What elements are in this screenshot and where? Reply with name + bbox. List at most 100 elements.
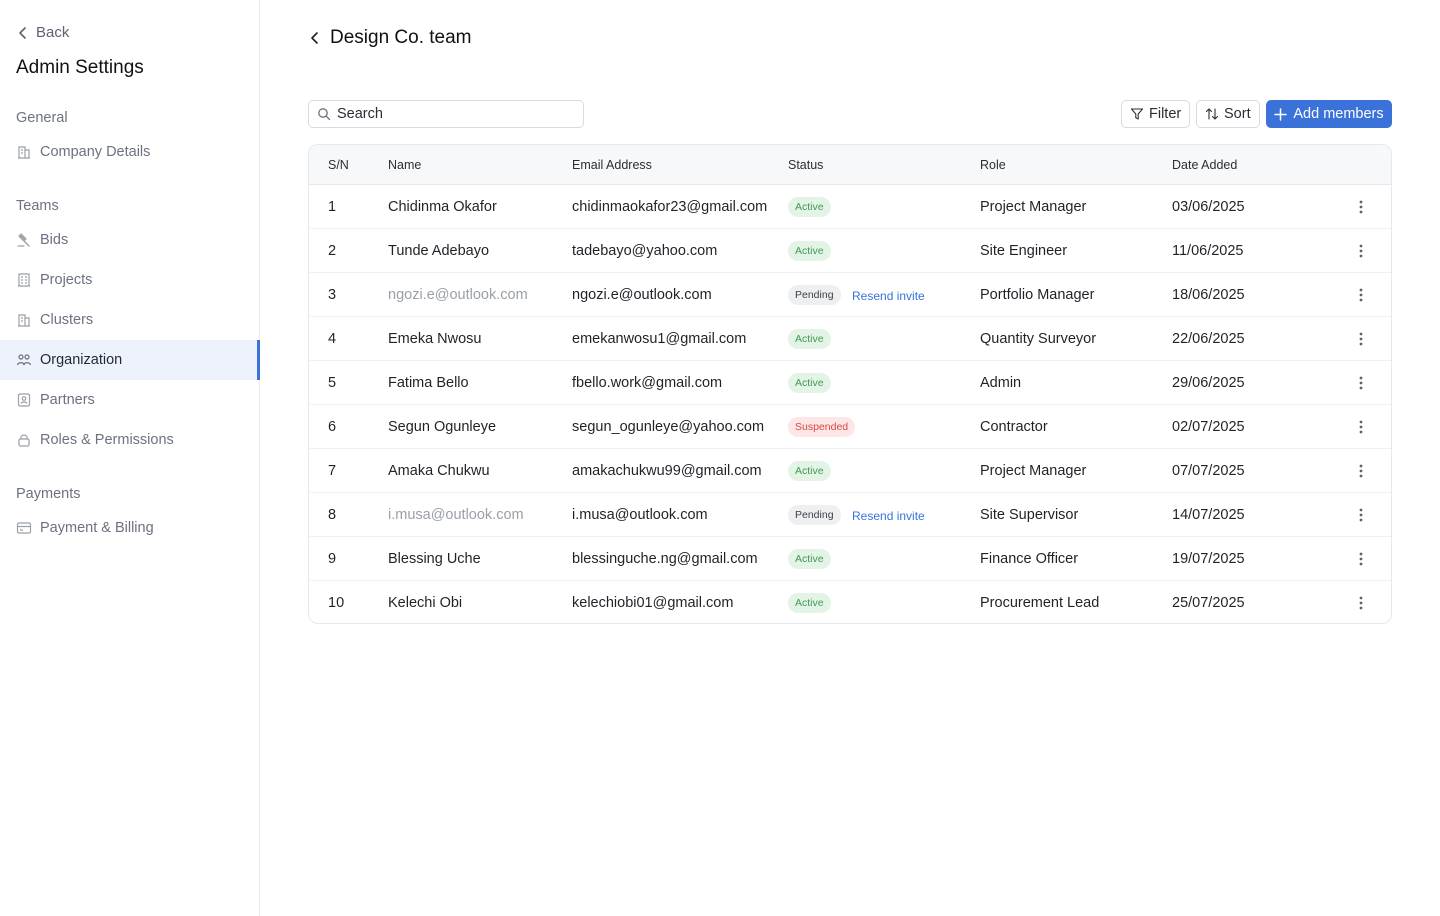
row-actions-button[interactable] xyxy=(1351,593,1371,613)
cell-role: Procurement Lead xyxy=(980,595,1100,611)
search-input[interactable] xyxy=(337,106,557,122)
sidebar-item-roles-permissions[interactable]: Roles & Permissions xyxy=(0,420,260,460)
cell-date-added: 19/07/2025 xyxy=(1172,551,1245,567)
table-row[interactable]: 5 Fatima Bello fbello.work@gmail.com Active… xyxy=(309,361,1391,405)
table-row[interactable]: 2 Tunde Adebayo tadebayo@yahoo.com Active Si… xyxy=(309,229,1391,273)
chevron-left-icon[interactable] xyxy=(308,31,322,45)
users-icon xyxy=(16,354,32,366)
row-actions-button[interactable] xyxy=(1351,549,1371,569)
sidebar-item-partners[interactable]: Partners xyxy=(0,380,260,420)
table-row[interactable]: 9 Blessing Uche blessinguche.ng@gmail.com A… xyxy=(309,537,1391,581)
row-actions-button[interactable] xyxy=(1351,417,1371,437)
cell-email: kelechiobi01@gmail.com xyxy=(572,595,734,611)
building-icon xyxy=(18,146,30,159)
cell-email: ngozi.e@outlook.com xyxy=(572,287,712,303)
row-actions-button[interactable] xyxy=(1351,285,1371,305)
plus-icon xyxy=(1274,107,1288,121)
more-vertical-icon xyxy=(1359,376,1363,390)
more-vertical-icon xyxy=(1359,464,1363,478)
table-row[interactable]: 10 Kelechi Obi kelechiobi01@gmail.com Activ… xyxy=(309,581,1391,623)
more-vertical-icon xyxy=(1359,552,1363,566)
cell-name: Chidinma Okafor xyxy=(388,199,497,215)
card-icon xyxy=(16,522,32,534)
page-title: Design Co. team xyxy=(330,27,472,48)
resend-invite-link[interactable]: Resend invite xyxy=(852,509,925,523)
cell-role: Quantity Surveyor xyxy=(980,331,1097,347)
back-link[interactable]: Back xyxy=(16,24,69,41)
sidebar-item-label: Partners xyxy=(40,392,95,408)
cell-name: Fatima Bello xyxy=(388,375,469,391)
cell-email: chidinmaokafor23@gmail.com xyxy=(572,199,768,215)
cell-name: i.musa@outlook.com xyxy=(388,507,524,523)
cell-role: Project Manager xyxy=(980,463,1087,479)
column-header-email: Email Address xyxy=(572,158,652,172)
filter-button[interactable]: Filter xyxy=(1121,100,1191,128)
status-badge: Suspended xyxy=(788,417,856,437)
column-header-name: Name xyxy=(388,158,422,172)
row-actions-button[interactable] xyxy=(1351,241,1371,261)
chevron-left-icon xyxy=(19,26,26,39)
resend-invite-link[interactable]: Resend invite xyxy=(852,289,925,303)
row-actions-button[interactable] xyxy=(1351,461,1371,481)
column-header-status: Status xyxy=(788,158,824,172)
filter-icon xyxy=(1130,108,1144,120)
table-row[interactable]: 3 ngozi.e@outlook.com ngozi.e@outlook.com P… xyxy=(309,273,1391,317)
search-box[interactable] xyxy=(308,100,584,128)
sidebar-item-label: Payment & Billing xyxy=(40,520,154,536)
cell-email: fbello.work@gmail.com xyxy=(572,375,723,391)
sort-label: Sort xyxy=(1224,106,1251,122)
cell-sn: 3 xyxy=(328,287,337,303)
sidebar-item-bids[interactable]: Bids xyxy=(0,220,260,260)
sidebar-item-clusters[interactable]: Clusters xyxy=(0,300,260,340)
cell-email: i.musa@outlook.com xyxy=(572,507,708,523)
cell-date-added: 22/06/2025 xyxy=(1172,331,1245,347)
sidebar: Back Admin Settings General Company Deta… xyxy=(0,0,260,916)
cell-role: Finance Officer xyxy=(980,551,1079,567)
sidebar-item-company-details[interactable]: Company Details xyxy=(0,132,260,172)
row-actions-button[interactable] xyxy=(1351,329,1371,349)
cell-date-added: 14/07/2025 xyxy=(1172,507,1245,523)
row-actions-button[interactable] xyxy=(1351,505,1371,525)
members-table: S/N Name Email Address Status Role Date … xyxy=(308,144,1392,624)
table-row[interactable]: 8 i.musa@outlook.com i.musa@outlook.com Pen… xyxy=(309,493,1391,537)
more-vertical-icon xyxy=(1359,420,1363,434)
cell-email: tadebayo@yahoo.com xyxy=(572,243,718,259)
cell-role: Site Engineer xyxy=(980,243,1068,259)
table-row[interactable]: 7 Amaka Chukwu amakachukwu99@gmail.com Acti… xyxy=(309,449,1391,493)
cell-sn: 6 xyxy=(328,419,337,435)
cell-role: Contractor xyxy=(980,419,1048,435)
cell-role: Project Manager xyxy=(980,199,1087,215)
more-vertical-icon xyxy=(1359,596,1363,610)
more-vertical-icon xyxy=(1359,244,1363,258)
cell-name: Emeka Nwosu xyxy=(388,331,482,347)
cell-sn: 1 xyxy=(328,199,337,215)
table-row[interactable]: 6 Segun Ogunleye segun_ogunleye@yahoo.com S… xyxy=(309,405,1391,449)
add-members-button[interactable]: Add members xyxy=(1266,100,1392,128)
cell-sn: 9 xyxy=(328,551,337,567)
cell-name: Blessing Uche xyxy=(388,551,481,567)
sidebar-item-projects[interactable]: Projects xyxy=(0,260,260,300)
sidebar-item-label: Clusters xyxy=(40,312,94,328)
row-actions-button[interactable] xyxy=(1351,373,1371,393)
table-row[interactable]: 4 Emeka Nwosu emekanwosu1@gmail.com Active Q… xyxy=(309,317,1391,361)
nav-section-teams: Teams xyxy=(16,198,59,214)
page-header: Design Co. team xyxy=(308,27,472,49)
table-row[interactable]: 1 Chidinma Okafor chidinmaokafor23@gmail.c… xyxy=(309,185,1391,229)
status-badge: Active xyxy=(788,549,831,569)
status-badge: Active xyxy=(788,329,831,349)
sidebar-item-payment-billing[interactable]: Payment & Billing xyxy=(0,508,260,548)
more-vertical-icon xyxy=(1359,200,1363,214)
sidebar-item-label: Company Details xyxy=(40,144,151,160)
sidebar-item-organization[interactable]: Organization xyxy=(0,340,260,380)
cell-date-added: 25/07/2025 xyxy=(1172,595,1245,611)
row-actions-button[interactable] xyxy=(1351,197,1371,217)
sort-icon xyxy=(1205,108,1219,120)
sidebar-item-label: Organization xyxy=(40,352,123,368)
cell-role: Admin xyxy=(980,375,1022,391)
sort-button[interactable]: Sort xyxy=(1196,100,1260,128)
table-header: S/N Name Email Address Status Role Date … xyxy=(309,145,1391,185)
status-badge: Active xyxy=(788,197,831,217)
cell-sn: 5 xyxy=(328,375,337,391)
more-vertical-icon xyxy=(1359,508,1363,522)
cell-email: blessinguche.ng@gmail.com xyxy=(572,551,758,567)
